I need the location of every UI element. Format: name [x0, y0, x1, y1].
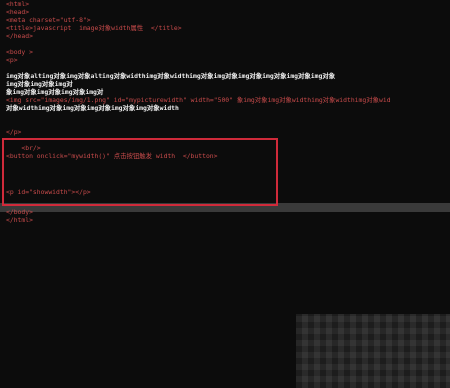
code-line[interactable]: <head> — [6, 8, 29, 16]
code-line[interactable]: <img src="images/img/1.png" id="mypictur… — [6, 96, 391, 104]
code-line[interactable]: <p> — [6, 56, 18, 64]
code-line[interactable]: </body> — [6, 208, 33, 216]
code-line[interactable]: <body > — [6, 48, 33, 56]
code-line[interactable]: <html> — [6, 0, 29, 8]
code-line[interactable]: <meta charset="utf-8"> — [6, 16, 91, 24]
code-line[interactable]: </p> — [6, 128, 21, 136]
code-line[interactable]: img对象alting对象img对象alting对象widthimg对象widt… — [6, 72, 335, 80]
code-line[interactable]: 对象widthimg对象img对象img对象img对象img对象width — [6, 104, 179, 112]
code-line[interactable]: </head> — [6, 32, 33, 40]
code-line[interactable]: img对象img对象img对 — [6, 80, 73, 88]
code-line[interactable]: <title>javascript image对象width属性 </title… — [6, 24, 182, 32]
code-line[interactable]: 象img对象img对象img对象img对 — [6, 88, 103, 96]
watermark-mosaic — [296, 314, 450, 388]
annotation-highlight-box — [2, 138, 278, 206]
code-editor[interactable]: <html> <head> <meta charset="utf-8"> <title… — [0, 0, 450, 388]
code-line[interactable]: </html> — [6, 216, 33, 224]
